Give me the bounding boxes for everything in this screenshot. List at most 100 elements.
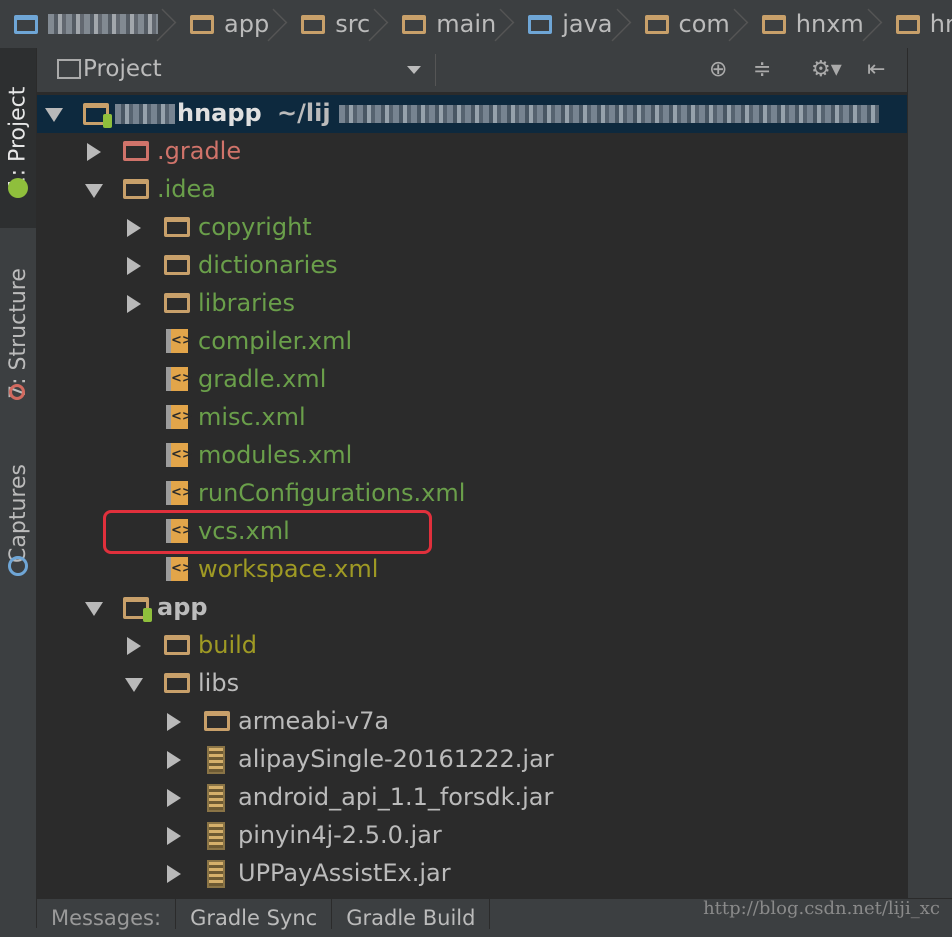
panel-title[interactable]: Project: [83, 56, 162, 82]
module-icon: [123, 597, 152, 622]
right-tool-strip: [907, 48, 952, 898]
xml-file-icon: <>: [166, 443, 193, 467]
breadcrumb-item-src[interactable]: src: [287, 0, 388, 48]
project-folder-icon: [14, 14, 38, 34]
jar-file-icon: [207, 746, 225, 774]
breadcrumb-item-com[interactable]: com: [631, 0, 748, 48]
package-icon: [895, 14, 920, 34]
tree-node[interactable]: libs: [37, 665, 907, 703]
expand-arrow-icon[interactable]: [127, 637, 141, 655]
collapse-all-icon[interactable]: ≑: [753, 58, 771, 82]
breadcrumb-item-main[interactable]: main: [388, 0, 514, 48]
expand-arrow-icon[interactable]: [127, 257, 141, 275]
tree-node-label: .idea: [157, 175, 217, 203]
tree-node[interactable]: alipaySingle-20161222.jar: [37, 741, 907, 779]
tab-captures-label: Captures: [5, 463, 31, 563]
breadcrumb-label: com: [678, 10, 730, 38]
collapse-arrow-icon[interactable]: [85, 602, 103, 616]
tree-node-label: app: [157, 593, 208, 621]
tree-node[interactable]: app: [37, 589, 907, 627]
view-dropdown-chevron-icon[interactable]: [407, 66, 421, 74]
tab-project[interactable]: 1: Project: [0, 48, 36, 228]
expand-arrow-icon[interactable]: [167, 713, 181, 731]
jar-file-icon: [207, 784, 225, 812]
tree-node[interactable]: UPPayAssistEx.jar: [37, 855, 907, 893]
tree-node-label: runConfigurations.xml: [198, 479, 466, 507]
tree-node[interactable]: build: [37, 627, 907, 665]
tree-node[interactable]: libraries: [37, 285, 907, 323]
breadcrumb-label: main: [436, 10, 497, 38]
tree-node[interactable]: <> misc.xml: [37, 399, 907, 437]
highlight-box: [103, 510, 432, 554]
expand-arrow-icon[interactable]: [127, 295, 141, 313]
expand-arrow-icon[interactable]: [127, 219, 141, 237]
folder-icon: [123, 141, 149, 161]
tree-node[interactable]: pinyin4j-2.5.0.jar: [37, 817, 907, 855]
expand-arrow-icon[interactable]: [87, 143, 101, 161]
package-icon: [644, 14, 669, 34]
tree-root-row[interactable]: hnapp ~/lij: [37, 95, 907, 133]
breadcrumb-label: hnapp: [929, 10, 952, 38]
tab-gradle-sync[interactable]: Gradle Sync: [176, 899, 333, 930]
folder-icon: [164, 673, 190, 693]
breadcrumb-item-hnxm[interactable]: hnxm: [748, 0, 882, 48]
expand-arrow-icon[interactable]: [167, 827, 181, 845]
tree-node[interactable]: <> compiler.xml: [37, 323, 907, 361]
folder-icon: [402, 14, 427, 34]
breadcrumb-item-hnapp[interactable]: hnapp: [882, 0, 952, 48]
root-project-label: hnapp: [177, 99, 262, 127]
expand-arrow-icon[interactable]: [45, 108, 63, 122]
tree-node-label: modules.xml: [198, 441, 353, 469]
tree-node-label: armeabi-v7a: [238, 707, 390, 735]
structure-icon: [9, 384, 25, 400]
breadcrumb-item-java[interactable]: java: [514, 0, 630, 48]
collapse-arrow-icon[interactable]: [125, 678, 143, 692]
breadcrumb-label: src: [335, 10, 371, 38]
tree-node-label: copyright: [198, 213, 312, 241]
tab-messages[interactable]: Messages:: [37, 899, 177, 930]
expand-arrow-icon[interactable]: [167, 789, 181, 807]
toolbar-divider: [435, 54, 436, 86]
tree-node[interactable]: <> workspace.xml: [37, 551, 907, 589]
folder-icon: [190, 14, 214, 34]
redacted-project-name: [48, 14, 158, 34]
folder-icon: [164, 255, 190, 275]
breadcrumb-item-app[interactable]: app: [176, 0, 287, 48]
breadcrumb-label: java: [562, 10, 613, 38]
tree-node[interactable]: <> gradle.xml: [37, 361, 907, 399]
expand-arrow-icon[interactable]: [167, 865, 181, 883]
folder-icon: [164, 293, 190, 313]
expand-arrow-icon[interactable]: [167, 751, 181, 769]
folder-icon: [123, 179, 149, 199]
tree-node[interactable]: <> modules.xml: [37, 437, 907, 475]
folder-icon: [204, 711, 230, 731]
tree-node-label: dictionaries: [198, 251, 338, 279]
breadcrumb-project-root[interactable]: [0, 0, 176, 48]
android-icon: [8, 178, 28, 198]
xml-file-icon: <>: [166, 329, 193, 353]
tree-node-label: workspace.xml: [198, 555, 379, 583]
tree-node-label: libs: [198, 669, 240, 697]
tree-node[interactable]: .gradle: [37, 133, 907, 171]
collapse-arrow-icon[interactable]: [85, 184, 103, 198]
hide-panel-icon[interactable]: ⇤: [867, 58, 885, 82]
tab-structure-label: 7: Structure: [5, 267, 31, 399]
tree-node[interactable]: dictionaries: [37, 247, 907, 285]
breadcrumb-label: app: [224, 10, 270, 38]
jar-file-icon: [207, 822, 225, 850]
tree-node[interactable]: .idea: [37, 171, 907, 209]
tree-node-label: build: [198, 631, 258, 659]
captures-icon: [8, 556, 28, 576]
tree-node[interactable]: <> runConfigurations.xml: [37, 475, 907, 513]
gear-icon[interactable]: ⚙▾: [811, 58, 842, 82]
project-tree: hnapp ~/lij .gradle .idea copyright dict…: [37, 93, 907, 898]
tree-node[interactable]: android_api_1.1_forsdk.jar: [37, 779, 907, 817]
tree-node[interactable]: armeabi-v7a: [37, 703, 907, 741]
tab-gradle-build[interactable]: Gradle Build: [332, 899, 491, 930]
folder-icon: [164, 635, 190, 655]
package-icon: [761, 14, 786, 34]
tree-node-label: pinyin4j-2.5.0.jar: [238, 821, 442, 849]
tree-node[interactable]: copyright: [37, 209, 907, 247]
locate-file-icon[interactable]: ⊕: [709, 58, 727, 82]
xml-file-icon: <>: [166, 481, 193, 505]
